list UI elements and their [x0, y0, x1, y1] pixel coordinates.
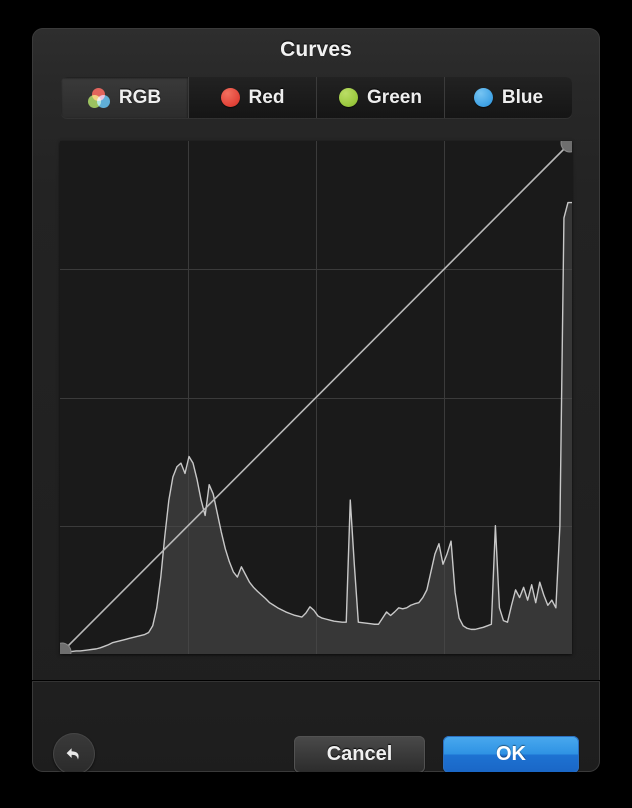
tab-red[interactable]: Red [189, 77, 317, 118]
tab-blue[interactable]: Blue [445, 77, 572, 118]
tab-rgb-label: RGB [118, 86, 162, 108]
ok-button[interactable]: OK [443, 736, 579, 772]
tab-green[interactable]: Green [317, 77, 445, 118]
red-swatch-icon [220, 88, 240, 107]
rgb-venn-icon [87, 87, 110, 108]
tab-blue-label: Blue [501, 86, 544, 108]
dialog-title: Curves [280, 38, 352, 61]
dialog-footer: Cancel OK [32, 682, 600, 772]
reset-button[interactable] [53, 733, 95, 772]
undo-arrow-icon [66, 748, 79, 760]
curves-dialog: Curves RGB Red Green Blue Cancel OK [32, 28, 600, 772]
green-swatch-icon [339, 88, 359, 107]
tab-rgb[interactable]: RGB [61, 77, 189, 118]
curve-graph[interactable] [60, 141, 572, 654]
blue-swatch-icon [473, 88, 493, 107]
tab-green-label: Green [367, 86, 422, 108]
curve-graph-canvas[interactable] [60, 141, 572, 654]
channel-tabbar[interactable]: RGB Red Green Blue [61, 77, 572, 118]
screen: Curves RGB Red Green Blue Cancel OK [0, 0, 632, 808]
cancel-button[interactable]: Cancel [294, 736, 425, 772]
tab-red-label: Red [248, 86, 285, 108]
